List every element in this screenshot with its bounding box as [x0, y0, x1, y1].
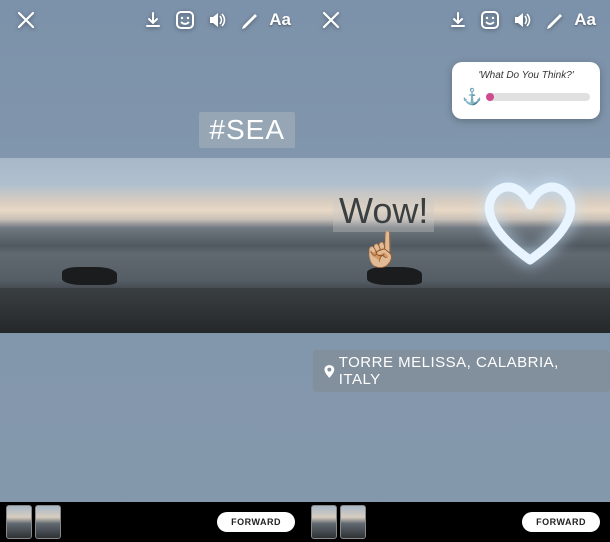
story-editor-right: Aa 'What Do You Think?' ⚓ Wow! ☝🏼 TORRE …: [305, 0, 610, 542]
close-icon[interactable]: [317, 6, 345, 34]
location-sticker[interactable]: TORRE MELISSA, CALABRIA, ITALY: [313, 350, 610, 392]
sound-icon[interactable]: [203, 6, 231, 34]
draw-icon[interactable]: [235, 6, 263, 34]
story-thumbnail[interactable]: [311, 505, 337, 539]
editor-toolbar: Aa: [305, 6, 610, 34]
text-sticker-wow[interactable]: Wow!: [333, 190, 434, 232]
story-thumbnail[interactable]: [6, 505, 32, 539]
download-icon[interactable]: [444, 6, 472, 34]
story-thumbnail[interactable]: [35, 505, 61, 539]
bottom-bar: FORWARD: [0, 502, 305, 542]
sticker-icon[interactable]: [476, 6, 504, 34]
poll-question: 'What Do You Think?': [462, 70, 590, 81]
download-icon[interactable]: [139, 6, 167, 34]
forward-button[interactable]: FORWARD: [217, 512, 295, 532]
background-photo: [0, 158, 305, 333]
forward-button[interactable]: FORWARD: [522, 512, 600, 532]
emoji-slider[interactable]: ⚓: [462, 87, 590, 107]
heart-drawing[interactable]: [475, 175, 585, 275]
text-tool[interactable]: Aa: [570, 10, 600, 30]
poll-sticker[interactable]: 'What Do You Think?' ⚓: [452, 62, 600, 119]
location-text: TORRE MELISSA, CALABRIA, ITALY: [339, 354, 600, 388]
text-tool[interactable]: Aa: [265, 10, 295, 30]
slider-emoji-icon: ⚓: [462, 87, 482, 107]
slider-track[interactable]: [486, 93, 590, 101]
story-editor-left: Aa #SEA FORWARD: [0, 0, 305, 542]
editor-toolbar: Aa: [0, 6, 305, 34]
close-icon[interactable]: [12, 6, 40, 34]
draw-icon[interactable]: [540, 6, 568, 34]
sound-icon[interactable]: [508, 6, 536, 34]
hashtag-sticker[interactable]: #SEA: [199, 112, 295, 148]
finger-emoji-sticker[interactable]: ☝🏼: [360, 230, 402, 270]
sticker-icon[interactable]: [171, 6, 199, 34]
location-pin-icon: [323, 365, 336, 378]
story-thumbnail[interactable]: [340, 505, 366, 539]
bottom-bar: FORWARD: [305, 502, 610, 542]
